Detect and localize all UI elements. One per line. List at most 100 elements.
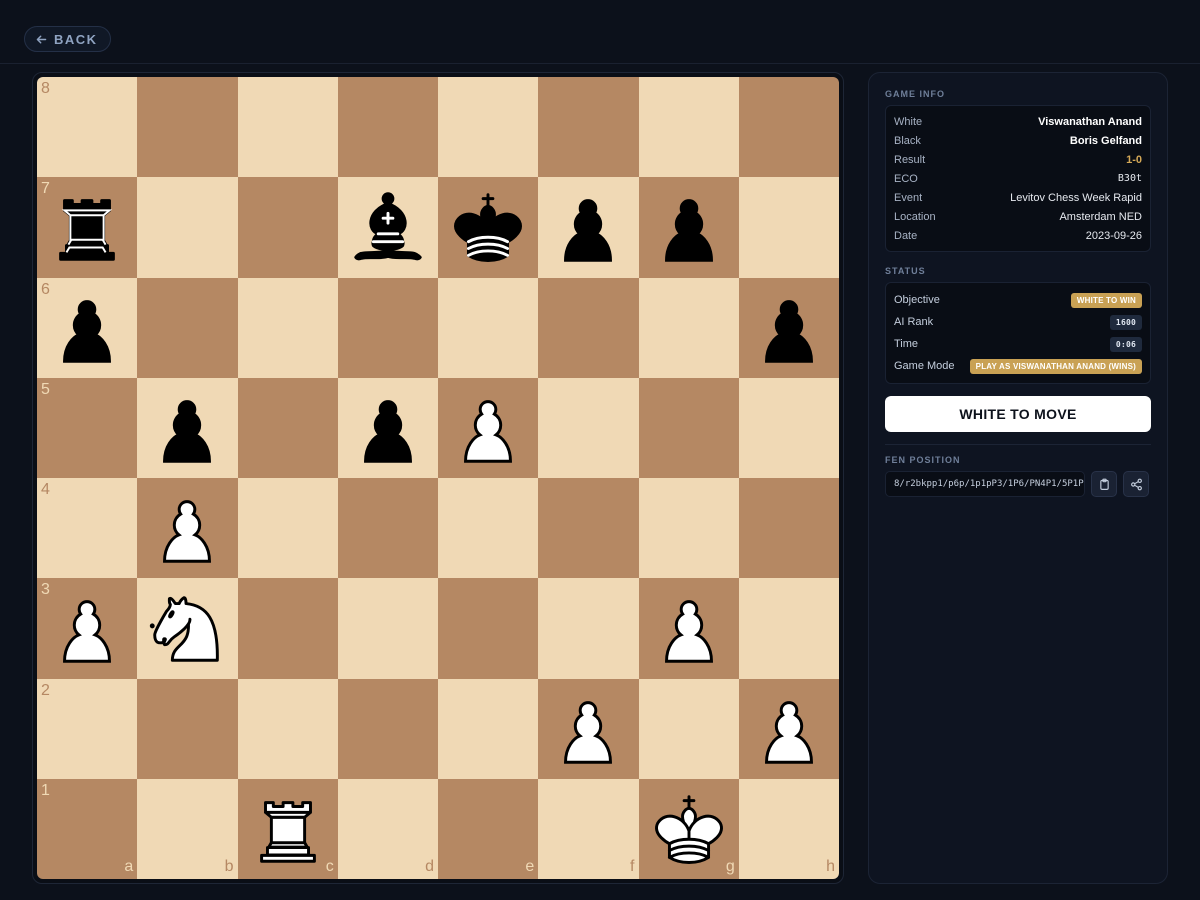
white-king-icon[interactable]: [645, 785, 733, 873]
black-pawn-icon[interactable]: [344, 384, 432, 472]
square-c6[interactable]: [237, 277, 338, 378]
rank-label: 6: [41, 280, 50, 298]
square-h8[interactable]: [738, 77, 839, 178]
fen-input[interactable]: 8/r2bkpp1/p6p/1p1pP3/1P6/PN4P1/5P1P/2R3K…: [885, 471, 1085, 497]
square-h5[interactable]: [738, 377, 839, 478]
square-g2[interactable]: [638, 678, 739, 779]
white-pawn-icon[interactable]: [444, 384, 532, 472]
square-h2[interactable]: [738, 678, 839, 779]
white-pawn-icon[interactable]: [745, 685, 833, 773]
square-d3[interactable]: [337, 578, 438, 679]
square-e8[interactable]: [438, 77, 539, 178]
square-e3[interactable]: [438, 578, 539, 679]
square-d2[interactable]: [337, 678, 438, 779]
square-c4[interactable]: [237, 478, 338, 579]
square-a1[interactable]: 1a: [37, 778, 138, 879]
copy-fen-button[interactable]: [1091, 471, 1117, 497]
square-d1[interactable]: d: [337, 778, 438, 879]
square-a7[interactable]: 7: [37, 177, 138, 278]
white-pawn-icon[interactable]: [143, 484, 231, 572]
square-h3[interactable]: [738, 578, 839, 679]
square-a3[interactable]: 3: [37, 578, 138, 679]
black-bishop-icon[interactable]: [344, 183, 432, 271]
info-row-event: Event Levitov Chess Week Rapid: [894, 188, 1142, 207]
white-pawn-icon[interactable]: [43, 584, 131, 672]
square-d4[interactable]: [337, 478, 438, 579]
turn-indicator-button[interactable]: WHITE TO MOVE: [885, 396, 1151, 432]
square-g6[interactable]: [638, 277, 739, 378]
square-e7[interactable]: [438, 177, 539, 278]
square-b8[interactable]: [137, 77, 238, 178]
square-b7[interactable]: [137, 177, 238, 278]
share-fen-button[interactable]: [1123, 471, 1149, 497]
square-f4[interactable]: [538, 478, 639, 579]
white-pawn-icon[interactable]: [544, 685, 632, 773]
square-d6[interactable]: [337, 277, 438, 378]
square-f5[interactable]: [538, 377, 639, 478]
black-rook-icon[interactable]: [43, 183, 131, 271]
square-g1[interactable]: g: [638, 778, 739, 879]
square-c7[interactable]: [237, 177, 338, 278]
square-d8[interactable]: [337, 77, 438, 178]
ai-rank-badge: 1600: [1109, 314, 1142, 330]
white-rook-icon[interactable]: [244, 785, 332, 873]
square-f8[interactable]: [538, 77, 639, 178]
white-knight-icon[interactable]: [143, 584, 231, 672]
square-g8[interactable]: [638, 77, 739, 178]
black-pawn-icon[interactable]: [43, 284, 131, 372]
black-pawn-icon[interactable]: [143, 384, 231, 472]
square-f6[interactable]: [538, 277, 639, 378]
square-b4[interactable]: [137, 478, 238, 579]
square-a4[interactable]: 4: [37, 478, 138, 579]
back-button[interactable]: BACK: [24, 26, 111, 52]
black-king-icon[interactable]: [444, 183, 532, 271]
status-card: Objective WHITE TO WIN AI Rank 1600 Time…: [885, 282, 1151, 384]
black-pawn-icon[interactable]: [745, 284, 833, 372]
square-a5[interactable]: 5: [37, 377, 138, 478]
square-f3[interactable]: [538, 578, 639, 679]
square-b5[interactable]: [137, 377, 238, 478]
ai-rank-label: AI Rank: [894, 316, 934, 328]
square-a8[interactable]: 8: [37, 77, 138, 178]
square-e5[interactable]: [438, 377, 539, 478]
square-a2[interactable]: 2: [37, 678, 138, 779]
square-b6[interactable]: [137, 277, 238, 378]
square-h1[interactable]: h: [738, 778, 839, 879]
square-f2[interactable]: [538, 678, 639, 779]
square-e6[interactable]: [438, 277, 539, 378]
objective-badge: WHITE TO WIN: [1070, 292, 1142, 308]
info-row-location: Location Amsterdam NED: [894, 207, 1142, 226]
square-e4[interactable]: [438, 478, 539, 579]
square-c5[interactable]: [237, 377, 338, 478]
square-b2[interactable]: [137, 678, 238, 779]
square-g4[interactable]: [638, 478, 739, 579]
white-pawn-icon[interactable]: [645, 584, 733, 672]
square-h7[interactable]: [738, 177, 839, 278]
square-g7[interactable]: [638, 177, 739, 278]
square-g5[interactable]: [638, 377, 739, 478]
square-h6[interactable]: [738, 277, 839, 378]
info-key: Black: [894, 134, 921, 147]
square-e2[interactable]: [438, 678, 539, 779]
square-h4[interactable]: [738, 478, 839, 579]
info-row-eco: ECO B30t: [894, 169, 1142, 188]
square-e1[interactable]: e: [438, 778, 539, 879]
square-d5[interactable]: [337, 377, 438, 478]
square-g3[interactable]: [638, 578, 739, 679]
square-b3[interactable]: [137, 578, 238, 679]
square-f1[interactable]: f: [538, 778, 639, 879]
black-pawn-icon[interactable]: [544, 183, 632, 271]
square-c1[interactable]: c: [237, 778, 338, 879]
square-f7[interactable]: [538, 177, 639, 278]
back-button-label: BACK: [54, 31, 98, 47]
square-c8[interactable]: [237, 77, 338, 178]
square-c3[interactable]: [237, 578, 338, 679]
chessboard[interactable]: 87 6 543 21abc defg h: [37, 77, 839, 879]
square-c2[interactable]: [237, 678, 338, 779]
side-panel: GAME INFO White Viswanathan Anand Black …: [868, 72, 1168, 884]
square-b1[interactable]: b: [137, 778, 238, 879]
black-pawn-icon[interactable]: [645, 183, 733, 271]
square-a6[interactable]: 6: [37, 277, 138, 378]
game-mode-badge: PLAY AS VISWANATHAN ANAND (WINS): [969, 358, 1142, 374]
square-d7[interactable]: [337, 177, 438, 278]
